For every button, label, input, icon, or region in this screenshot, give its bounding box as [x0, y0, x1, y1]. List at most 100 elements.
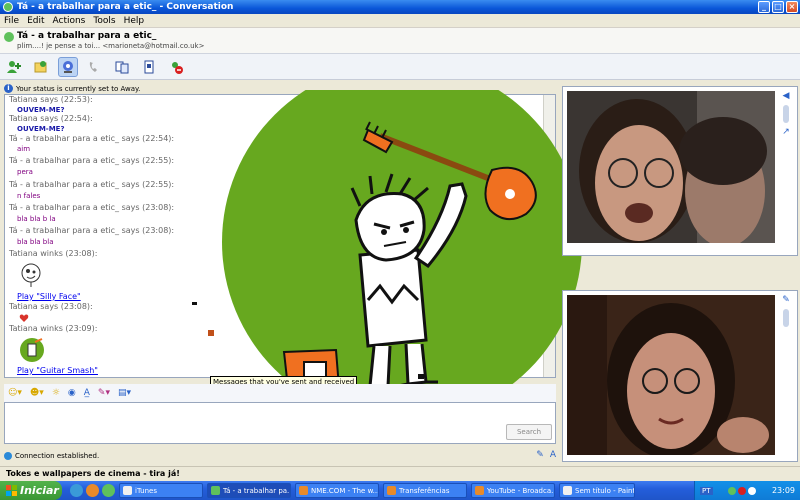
chat-sender-line: Tá - a trabalhar para a etic_ says (23:0…: [9, 203, 175, 212]
background-color-icon[interactable]: ✎▾: [98, 388, 110, 398]
chat-sender-line: Tá - a trabalhar para a etic_ says (22:5…: [9, 134, 175, 143]
ad-banner[interactable]: Tokes e wallpapers de cinema - tira já!: [0, 466, 800, 480]
nudge-icon[interactable]: ☼: [52, 388, 60, 398]
clock: 23:09: [771, 486, 795, 495]
edit-webcam-icon[interactable]: ✎: [782, 295, 790, 305]
task-label: NME.COM - The w...: [311, 486, 379, 495]
chat-sender-line: Tatiana winks (23:09):: [9, 324, 98, 333]
task-label: Transferências: [399, 486, 450, 495]
messenger-app-icon: [3, 2, 13, 12]
conversation-history[interactable]: Tatiana says (22:53): OUVEM-ME? Tatiana …: [4, 94, 556, 378]
guitar-smash-wink-icon: [19, 336, 45, 364]
chat-message: OUVEM-ME?: [17, 106, 65, 114]
wink-icon[interactable]: ☻▾: [30, 388, 44, 398]
voice-clip-icon[interactable]: ◉: [68, 388, 76, 398]
contact-webcam-controls: ◀ ↗: [779, 91, 793, 137]
tray-volume-icon[interactable]: [748, 486, 757, 495]
chat-sender-line: Tatiana says (23:08):: [9, 302, 93, 311]
connection-status-text: Connection established.: [15, 452, 100, 460]
my-webcam-panel: ✎: [562, 290, 798, 462]
connection-icon: [4, 452, 12, 460]
tray-antivirus-icon[interactable]: [738, 486, 747, 495]
search-button[interactable]: Search: [506, 424, 552, 440]
webcam-icon[interactable]: [58, 56, 78, 77]
task-itunes[interactable]: iTunes: [119, 483, 203, 498]
contact-webcam-panel: ◀ ↗: [562, 86, 798, 256]
font-icon[interactable]: A̲: [84, 388, 90, 398]
tray-icons: [728, 486, 757, 495]
emoticon-icon[interactable]: ☺▾: [8, 388, 22, 398]
close-button[interactable]: ×: [786, 1, 798, 13]
connection-status-bar: Connection established. ✎ A: [4, 450, 556, 462]
quick-launch: [70, 484, 115, 497]
conversation-toolbar: [0, 54, 800, 80]
call-icon[interactable]: [85, 57, 105, 77]
chat-sender-line: Tatiana winks (23:08):: [9, 249, 98, 258]
volume-slider[interactable]: [783, 105, 789, 123]
messenger-task-icon: [211, 486, 220, 495]
chat-sender-line: Tá - a trabalhar para a etic_ says (22:5…: [9, 156, 175, 165]
contact-webcam-video: [567, 91, 775, 243]
paint-icon: [563, 486, 572, 495]
menu-tools[interactable]: Tools: [89, 16, 119, 26]
contact-name[interactable]: Tá - a trabalhar para a etic_: [17, 31, 156, 41]
menu-file[interactable]: File: [0, 16, 23, 26]
itunes-icon: [123, 486, 132, 495]
task-label: iTunes: [135, 486, 157, 495]
task-downloads[interactable]: Transferências: [383, 483, 467, 498]
speaker-icon[interactable]: ◀: [783, 91, 790, 101]
contact-header: Tá - a trabalhar para a etic_ plim....! …: [0, 28, 800, 54]
type-mode-icon[interactable]: A: [550, 450, 556, 460]
chat-message: pera: [17, 168, 33, 176]
buddy-status-icon: [4, 32, 14, 42]
task-conversation[interactable]: Tá - a trabalhar pa...: [207, 483, 291, 498]
activities-icon[interactable]: [112, 57, 132, 77]
firefox-task-icon: [475, 486, 484, 495]
task-youtube[interactable]: YouTube - Broadca...: [471, 483, 555, 498]
windows-taskbar: Iniciar iTunes Tá - a trabalhar pa... NM…: [0, 481, 800, 500]
windows-logo-icon: [6, 485, 17, 496]
chat-message: OUVEM-ME?: [17, 125, 65, 133]
tray-messenger-icon[interactable]: [728, 486, 737, 495]
chat-message: bla bla bla: [17, 238, 54, 246]
invite-contact-icon[interactable]: [4, 57, 24, 77]
chat-scrollbar[interactable]: [543, 95, 555, 377]
webcam-slider[interactable]: [783, 309, 789, 327]
message-input[interactable]: [4, 402, 556, 444]
task-label: Sem título - Paint: [575, 486, 635, 495]
menu-help[interactable]: Help: [120, 16, 149, 26]
my-webcam-video: [567, 295, 775, 455]
firefox-task-icon: [387, 486, 396, 495]
handwriting-icon[interactable]: ▤▾: [118, 388, 131, 398]
task-label: Tá - a trabalhar pa...: [223, 486, 291, 495]
silly-face-wink-icon: [19, 261, 43, 289]
language-indicator[interactable]: PT: [700, 486, 713, 495]
window-title: Tá - a trabalhar para a etic_ - Conversa…: [17, 2, 234, 12]
games-icon[interactable]: [139, 57, 159, 77]
popout-icon[interactable]: ↗: [782, 127, 790, 137]
block-icon[interactable]: [166, 57, 186, 77]
task-nme[interactable]: NME.COM - The w...: [295, 483, 379, 498]
chat-message: n fales: [17, 192, 41, 200]
system-tray: PT 23:09: [694, 481, 800, 500]
format-toolbar: ☺▾ ☻▾ ☼ ◉ A̲ ✎▾ ▤▾: [4, 384, 556, 402]
ie-icon[interactable]: [70, 484, 83, 497]
chat-message: bla bla b la: [17, 215, 56, 223]
play-guitar-smash-link[interactable]: Play "Guitar Smash": [17, 366, 98, 375]
firefox-task-icon: [299, 486, 308, 495]
start-button[interactable]: Iniciar: [0, 481, 62, 500]
messenger-icon[interactable]: [102, 484, 115, 497]
handwrite-mode-icon[interactable]: ✎: [536, 450, 544, 460]
chat-sender-line: Tatiana says (22:53):: [9, 95, 93, 104]
my-webcam-controls: ✎: [779, 295, 793, 327]
task-paint-1[interactable]: Sem título - Paint: [559, 483, 635, 498]
menu-edit[interactable]: Edit: [23, 16, 48, 26]
minimize-button[interactable]: _: [758, 1, 770, 13]
menu-bar: File Edit Actions Tools Help: [0, 14, 800, 28]
send-files-icon[interactable]: [31, 57, 51, 77]
play-silly-face-link[interactable]: Play "Silly Face": [17, 292, 81, 301]
menu-actions[interactable]: Actions: [49, 16, 90, 26]
firefox-icon[interactable]: [86, 484, 99, 497]
chat-sender-line: Tatiana says (22:54):: [9, 114, 93, 123]
maximize-button[interactable]: □: [772, 1, 784, 13]
